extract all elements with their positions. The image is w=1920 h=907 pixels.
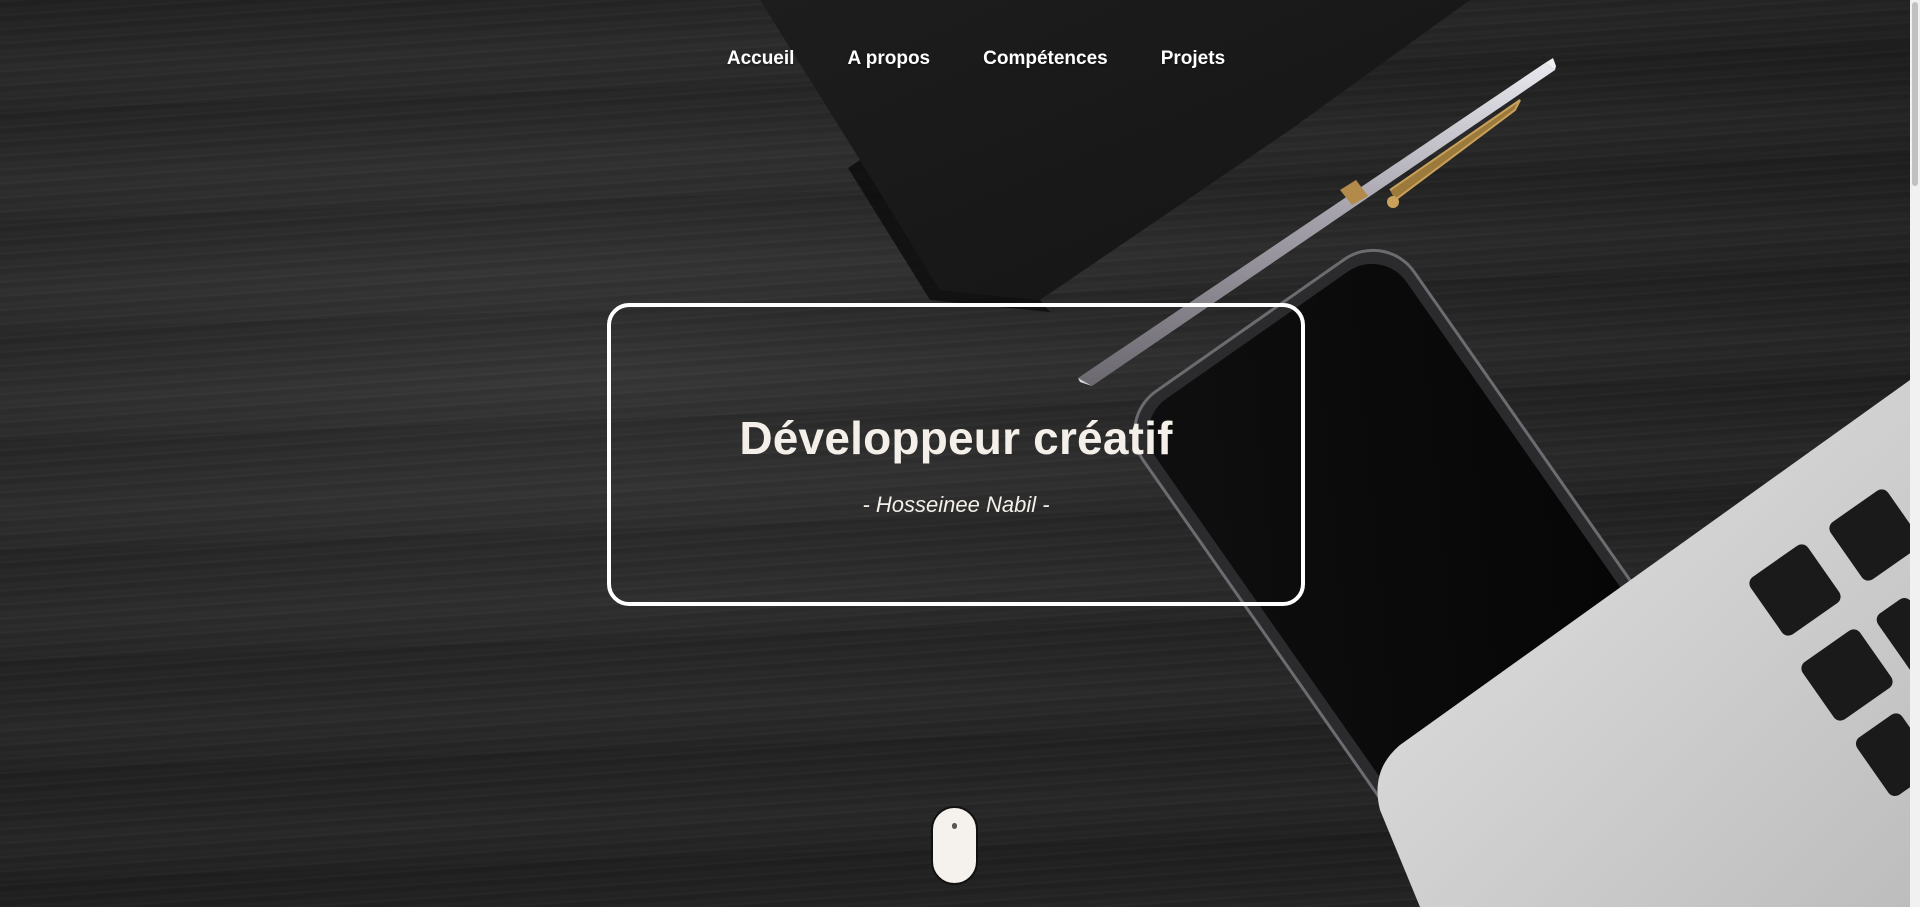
hero-subtitle: - Hosseinee Nabil - [862,492,1050,517]
mouse-wheel [952,823,957,829]
mouse-scroll-icon[interactable] [931,806,978,885]
nav-link-a-propos[interactable]: A propos [847,48,930,70]
page-scrollbar[interactable] [1910,0,1920,907]
nav-link-competences[interactable]: Compétences [983,48,1108,70]
hero-title: Développeur créatif [739,412,1173,464]
scrollbar-thumb[interactable] [1912,2,1918,186]
nav-link-accueil[interactable]: Accueil [727,48,795,70]
hero-title-box: Développeur créatif - Hosseinee Nabil - [607,303,1305,606]
main-nav: Accueil A propos Compétences Projets [0,48,1910,70]
nav-link-projets[interactable]: Projets [1161,48,1225,70]
